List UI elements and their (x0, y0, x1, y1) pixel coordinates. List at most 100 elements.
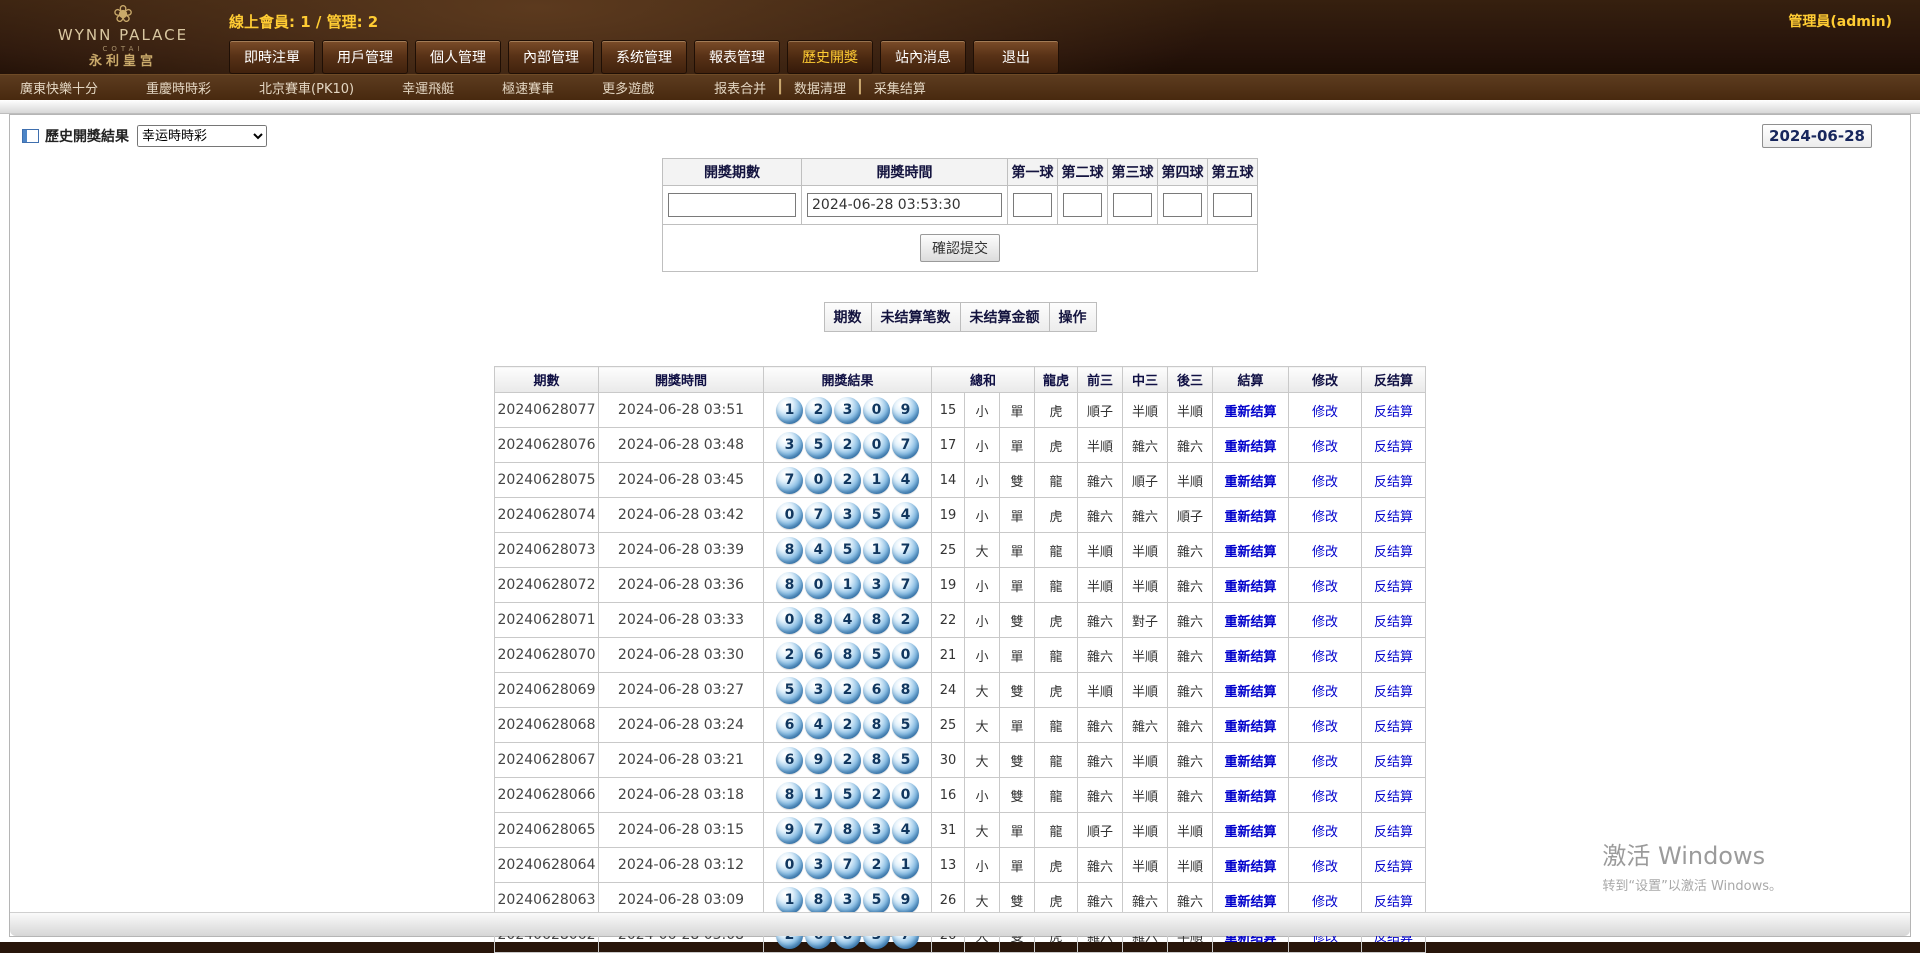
edit-link[interactable]: 修改 (1312, 685, 1338, 700)
subnav-tool-item[interactable]: 数据清理 (794, 78, 846, 97)
results-col-header: 龍虎 (1035, 367, 1078, 393)
subnav-game-item[interactable]: 極速賽車 (502, 78, 554, 97)
subnav-game-item[interactable]: 廣東快樂十分 (20, 78, 98, 97)
lottery-select[interactable]: 幸运時時彩 (137, 125, 267, 147)
dragon-tiger-cell: 龍 (1035, 568, 1078, 603)
edit-link[interactable]: 修改 (1312, 790, 1338, 805)
subnav-game-item[interactable]: 北京賽車(PK10) (259, 78, 354, 97)
resettle-link[interactable]: 重新结算 (1224, 790, 1276, 805)
page-title: 歷史開獎結果 (45, 126, 129, 146)
nav-button-歷史開獎[interactable]: 歷史開獎 (787, 40, 873, 74)
ball-4-input[interactable] (1163, 193, 1202, 217)
subnav-tool-item[interactable]: 报表合并 (714, 78, 766, 97)
reverse-settle-link[interactable]: 反结算 (1374, 825, 1413, 840)
back3-cell: 雜六 (1168, 533, 1213, 568)
nav-button-個人管理[interactable]: 個人管理 (415, 40, 501, 74)
edit-link[interactable]: 修改 (1312, 475, 1338, 490)
reverse-settle-link[interactable]: 反结算 (1374, 790, 1413, 805)
reverse-settle-link[interactable]: 反结算 (1374, 440, 1413, 455)
resettle-link[interactable]: 重新结算 (1224, 685, 1276, 700)
reverse-settle-link[interactable]: 反结算 (1374, 405, 1413, 420)
resettle-link[interactable]: 重新结算 (1224, 615, 1276, 630)
resettle-link[interactable]: 重新结算 (1224, 405, 1276, 420)
edit-link[interactable]: 修改 (1312, 755, 1338, 770)
resettle-link[interactable]: 重新结算 (1224, 580, 1276, 595)
parity-cell: 單 (1000, 533, 1035, 568)
reverse-settle-link[interactable]: 反结算 (1374, 650, 1413, 665)
size-cell: 小 (965, 603, 1000, 638)
draw-result-cell: 81520 (764, 778, 932, 813)
resettle-link[interactable]: 重新结算 (1224, 510, 1276, 525)
front3-cell: 半順 (1078, 673, 1123, 708)
reverse-settle-link[interactable]: 反结算 (1374, 860, 1413, 875)
parity-cell: 單 (1000, 568, 1035, 603)
reverse-settle-link[interactable]: 反结算 (1374, 755, 1413, 770)
period-input[interactable] (668, 193, 796, 217)
front3-cell: 半順 (1078, 533, 1123, 568)
date-button[interactable]: 2024-06-28 (1762, 124, 1872, 148)
subnav-tool-item[interactable]: 采集结算 (874, 78, 926, 97)
reverse-settle-link[interactable]: 反结算 (1374, 545, 1413, 560)
reverse-settle-link[interactable]: 反结算 (1374, 510, 1413, 525)
ball-2-input[interactable] (1063, 193, 1102, 217)
edit-link[interactable]: 修改 (1312, 405, 1338, 420)
subnav-game-item[interactable]: 重慶時時彩 (146, 78, 211, 97)
reverse-settle-link[interactable]: 反结算 (1374, 895, 1413, 910)
nav-button-即時注單[interactable]: 即時注單 (229, 40, 315, 74)
resettle-link[interactable]: 重新结算 (1224, 650, 1276, 665)
edit-link[interactable]: 修改 (1312, 615, 1338, 630)
lottery-ball: 8 (863, 607, 890, 634)
lottery-ball: 0 (863, 397, 890, 424)
resettle-link[interactable]: 重新结算 (1224, 895, 1276, 910)
lottery-ball: 5 (892, 747, 919, 774)
reverse-settle-link[interactable]: 反结算 (1374, 685, 1413, 700)
draw-time-input[interactable] (807, 193, 1002, 217)
filter-col-header: 第二球 (1058, 159, 1108, 186)
period-cell: 20240628066 (495, 778, 599, 813)
nav-button-報表管理[interactable]: 報表管理 (694, 40, 780, 74)
edit-link[interactable]: 修改 (1312, 510, 1338, 525)
mid3-cell: 半順 (1123, 568, 1168, 603)
back3-cell: 順子 (1168, 498, 1213, 533)
ball-5-input[interactable] (1213, 193, 1252, 217)
nav-button-退出[interactable]: 退出 (973, 40, 1059, 74)
edit-link[interactable]: 修改 (1312, 650, 1338, 665)
reverse-settle-link[interactable]: 反结算 (1374, 580, 1413, 595)
resettle-link[interactable]: 重新结算 (1224, 545, 1276, 560)
size-cell: 大 (965, 708, 1000, 743)
summary-cell: 操作 (1049, 302, 1097, 332)
nav-button-系统管理[interactable]: 系统管理 (601, 40, 687, 74)
edit-link[interactable]: 修改 (1312, 895, 1338, 910)
sum-cell: 13 (932, 848, 965, 883)
ball-3-input[interactable] (1113, 193, 1152, 217)
subnav-game-item[interactable]: 幸運飛艇 (402, 78, 454, 97)
resettle-link[interactable]: 重新结算 (1224, 440, 1276, 455)
front3-cell: 半順 (1078, 568, 1123, 603)
subnav-game-item[interactable]: 更多遊戲 (602, 78, 654, 97)
resettle-link[interactable]: 重新结算 (1224, 825, 1276, 840)
edit-link[interactable]: 修改 (1312, 440, 1338, 455)
edit-link[interactable]: 修改 (1312, 580, 1338, 595)
edit-link[interactable]: 修改 (1312, 545, 1338, 560)
summary-bar: 期数未结算笔数未结算金额操作 (824, 302, 1097, 332)
front3-cell: 半順 (1078, 428, 1123, 463)
parity-cell: 雙 (1000, 778, 1035, 813)
confirm-submit-button[interactable]: 確認提交 (920, 234, 1000, 262)
nav-button-站內消息[interactable]: 站內消息 (880, 40, 966, 74)
nav-button-內部管理[interactable]: 內部管理 (508, 40, 594, 74)
resettle-link[interactable]: 重新结算 (1224, 720, 1276, 735)
reverse-settle-link[interactable]: 反结算 (1374, 475, 1413, 490)
lottery-ball: 0 (805, 572, 832, 599)
nav-button-用戶管理[interactable]: 用戶管理 (322, 40, 408, 74)
reverse-settle-link[interactable]: 反结算 (1374, 720, 1413, 735)
resettle-link[interactable]: 重新结算 (1224, 475, 1276, 490)
edit-link[interactable]: 修改 (1312, 860, 1338, 875)
resettle-link[interactable]: 重新结算 (1224, 860, 1276, 875)
sum-cell: 21 (932, 638, 965, 673)
resettle-link[interactable]: 重新结算 (1224, 755, 1276, 770)
edit-link[interactable]: 修改 (1312, 825, 1338, 840)
ball-1-input[interactable] (1013, 193, 1052, 217)
lottery-ball: 4 (805, 537, 832, 564)
edit-link[interactable]: 修改 (1312, 720, 1338, 735)
reverse-settle-link[interactable]: 反结算 (1374, 615, 1413, 630)
